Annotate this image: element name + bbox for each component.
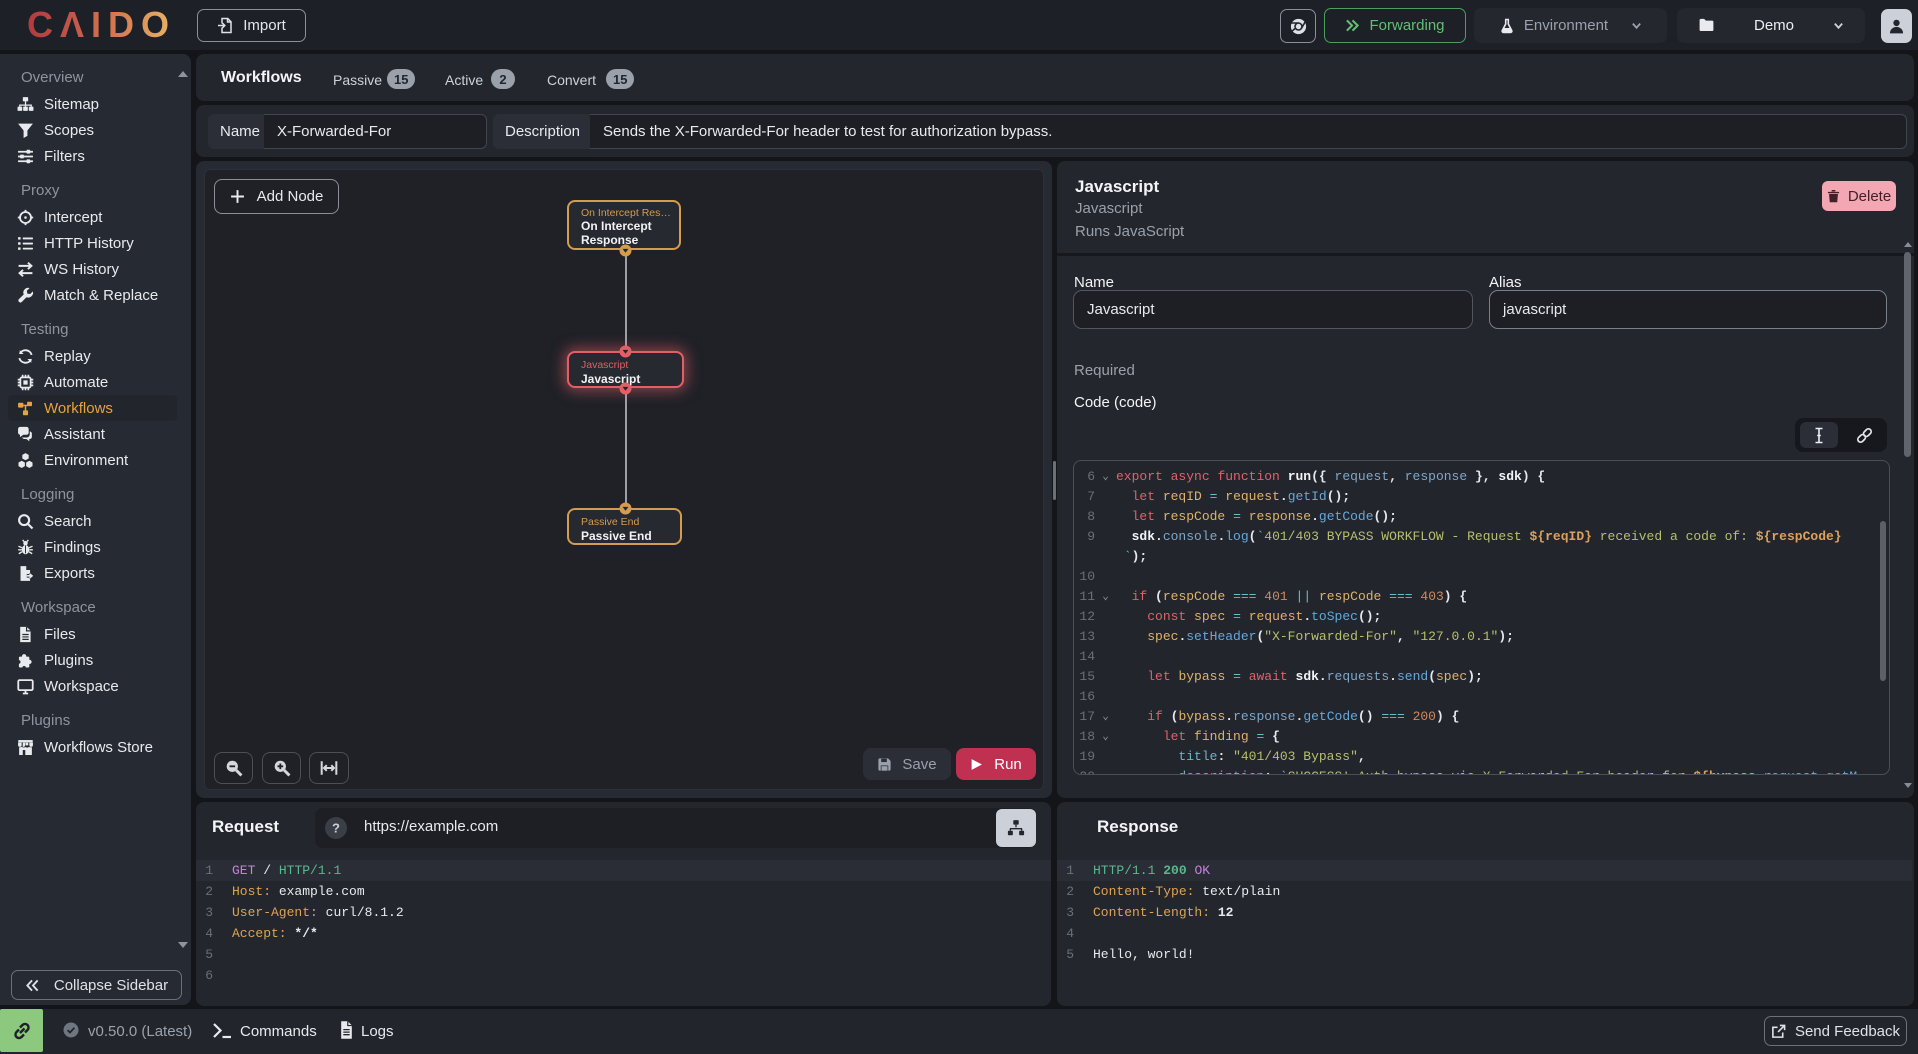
svg-text:?: ?: [332, 821, 340, 836]
